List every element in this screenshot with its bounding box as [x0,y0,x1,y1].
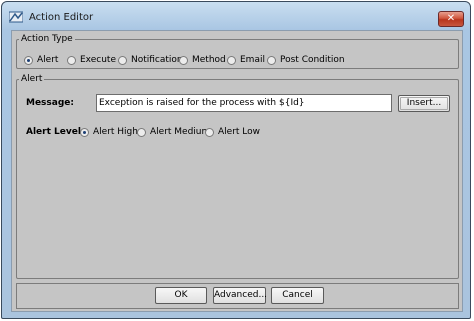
radio-alert-label: Alert [37,55,59,65]
message-input[interactable]: Exception is raised for the process with… [96,94,392,112]
radio-post-condition[interactable]: Post Condition [267,55,345,65]
cancel-button[interactable]: Cancel [271,287,324,304]
advanced-button[interactable]: Advanced... [213,287,268,304]
radio-button-icon [227,55,236,65]
cancel-button-label: Cancel [282,290,313,300]
radio-alert-medium[interactable]: Alert Medium [137,127,210,137]
insert-button[interactable]: Insert... [398,95,450,112]
radio-alert-high[interactable]: Alert High [80,127,138,137]
radio-execute-label: Execute [80,55,116,65]
radio-button-icon [80,127,89,137]
window-title: Action Editor [29,12,94,23]
radio-post-condition-label: Post Condition [280,55,345,65]
advanced-button-label: Advanced... [214,290,268,300]
action-editor-app-icon [9,11,23,23]
ok-button[interactable]: OK [155,287,207,304]
ok-button-label: OK [174,290,188,300]
radio-button-icon [179,55,188,65]
radio-email-label: Email [240,55,265,65]
action-type-legend: Action Type [21,34,73,44]
radio-alert-low[interactable]: Alert Low [205,127,260,137]
radio-notification[interactable]: Notification [118,55,183,65]
radio-button-icon [267,55,276,65]
action-editor-window: Action Editor ✕ Action Type Alert Execut… [1,1,471,319]
radio-button-icon [205,127,214,137]
radio-button-icon [118,55,127,65]
alert-level-label: Alert Level: [26,127,85,137]
alert-legend: Alert [21,74,43,84]
radio-alert-medium-label: Alert Medium [150,127,211,137]
radio-email[interactable]: Email [227,55,265,65]
radio-button-icon [137,127,146,137]
dialog-body: Action Type Alert Execute Notification M… [11,30,463,312]
insert-button-label: Insert... [406,98,442,108]
close-icon: ✕ [446,13,456,24]
radio-execute[interactable]: Execute [67,55,116,65]
radio-alert-high-label: Alert High [93,127,138,137]
radio-notification-label: Notification [131,55,183,65]
close-button[interactable]: ✕ [438,11,464,27]
title-bar[interactable]: Action Editor ✕ [2,2,470,30]
message-label: Message: [26,98,74,108]
radio-method[interactable]: Method [179,55,226,65]
radio-alert[interactable]: Alert [24,55,58,65]
radio-method-label: Method [192,55,226,65]
radio-button-icon [24,55,33,65]
radio-button-icon [67,55,76,65]
radio-alert-low-label: Alert Low [218,127,261,137]
